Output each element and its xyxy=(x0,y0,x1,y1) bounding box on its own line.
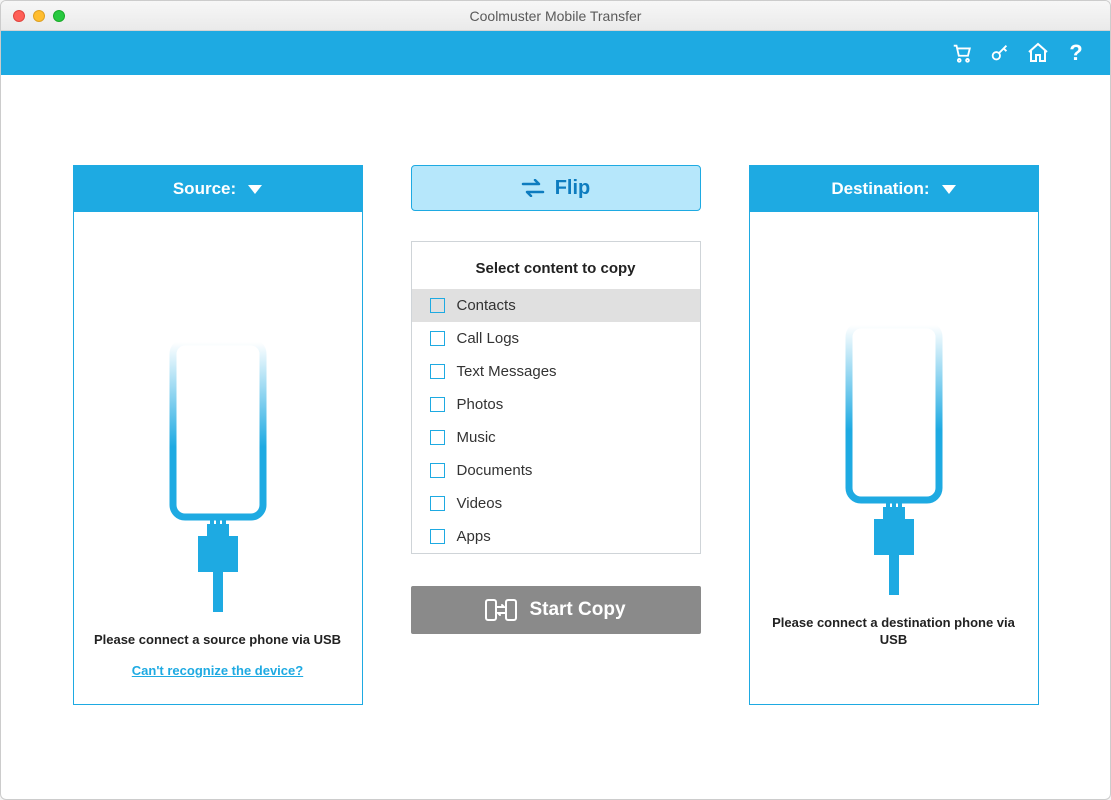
source-header[interactable]: Source: xyxy=(74,166,362,212)
window-title: Coolmuster Mobile Transfer xyxy=(1,8,1110,24)
destination-header[interactable]: Destination: xyxy=(750,166,1038,212)
key-icon[interactable] xyxy=(988,41,1012,65)
content-item[interactable]: Contacts xyxy=(412,289,700,322)
content-items-list: Contacts Call Logs Text Messages Photos Musi… xyxy=(412,289,700,553)
home-icon[interactable] xyxy=(1026,41,1050,65)
close-button[interactable] xyxy=(13,10,25,22)
start-copy-icon xyxy=(485,598,517,622)
content-item[interactable]: Videos xyxy=(412,487,700,520)
checkbox[interactable] xyxy=(430,463,445,478)
cart-icon[interactable] xyxy=(950,41,974,65)
checkbox[interactable] xyxy=(430,364,445,379)
chevron-down-icon xyxy=(248,185,262,194)
content-item[interactable]: Music xyxy=(412,421,700,454)
content-item-label: Documents xyxy=(457,462,533,479)
checkbox[interactable] xyxy=(430,298,445,313)
minimize-button[interactable] xyxy=(33,10,45,22)
content-item[interactable]: Text Messages xyxy=(412,355,700,388)
main-content: Source: xyxy=(1,75,1110,745)
checkbox[interactable] xyxy=(430,496,445,511)
source-connect-message: Please connect a source phone via USB xyxy=(78,618,357,663)
checkbox[interactable] xyxy=(430,529,445,544)
middle-column: Flip Select content to copy Contacts Call… xyxy=(411,165,701,705)
select-content-title: Select content to copy xyxy=(412,242,700,289)
start-copy-label: Start Copy xyxy=(529,599,625,621)
traffic-lights xyxy=(1,10,65,22)
flip-label: Flip xyxy=(555,177,591,200)
content-item[interactable]: Photos xyxy=(412,388,700,421)
content-item-label: Call Logs xyxy=(457,330,520,347)
content-item-label: Music xyxy=(457,429,496,446)
cant-recognize-link[interactable]: Can't recognize the device? xyxy=(132,663,303,704)
content-item[interactable]: Call Logs xyxy=(412,322,700,355)
flip-icon xyxy=(521,179,545,197)
start-copy-button[interactable]: Start Copy xyxy=(411,586,701,634)
source-header-label: Source: xyxy=(173,179,236,199)
help-icon[interactable]: ? xyxy=(1064,41,1088,65)
destination-connect-message: Please connect a destination phone via U… xyxy=(750,601,1038,663)
flip-button[interactable]: Flip xyxy=(411,165,701,211)
checkbox[interactable] xyxy=(430,430,445,445)
content-item-label: Contacts xyxy=(457,297,516,314)
source-phone-graphic xyxy=(74,212,362,618)
chevron-down-icon xyxy=(942,185,956,194)
checkbox[interactable] xyxy=(430,331,445,346)
content-item-label: Text Messages xyxy=(457,363,557,380)
top-toolbar: ? xyxy=(1,31,1110,75)
destination-phone-graphic xyxy=(750,212,1038,601)
app-window: Coolmuster Mobile Transfer ? Source: xyxy=(0,0,1111,800)
checkbox[interactable] xyxy=(430,397,445,412)
content-item-label: Photos xyxy=(457,396,504,413)
destination-panel: Destination: xyxy=(749,165,1039,705)
content-item-label: Videos xyxy=(457,495,503,512)
content-type-box: Select content to copy Contacts Call Logs… xyxy=(411,241,701,554)
content-item-label: Apps xyxy=(457,528,491,545)
titlebar: Coolmuster Mobile Transfer xyxy=(1,1,1110,31)
destination-header-label: Destination: xyxy=(831,179,929,199)
content-item[interactable]: Documents xyxy=(412,454,700,487)
content-item[interactable]: Apps xyxy=(412,520,700,553)
source-panel: Source: xyxy=(73,165,363,705)
zoom-button[interactable] xyxy=(53,10,65,22)
